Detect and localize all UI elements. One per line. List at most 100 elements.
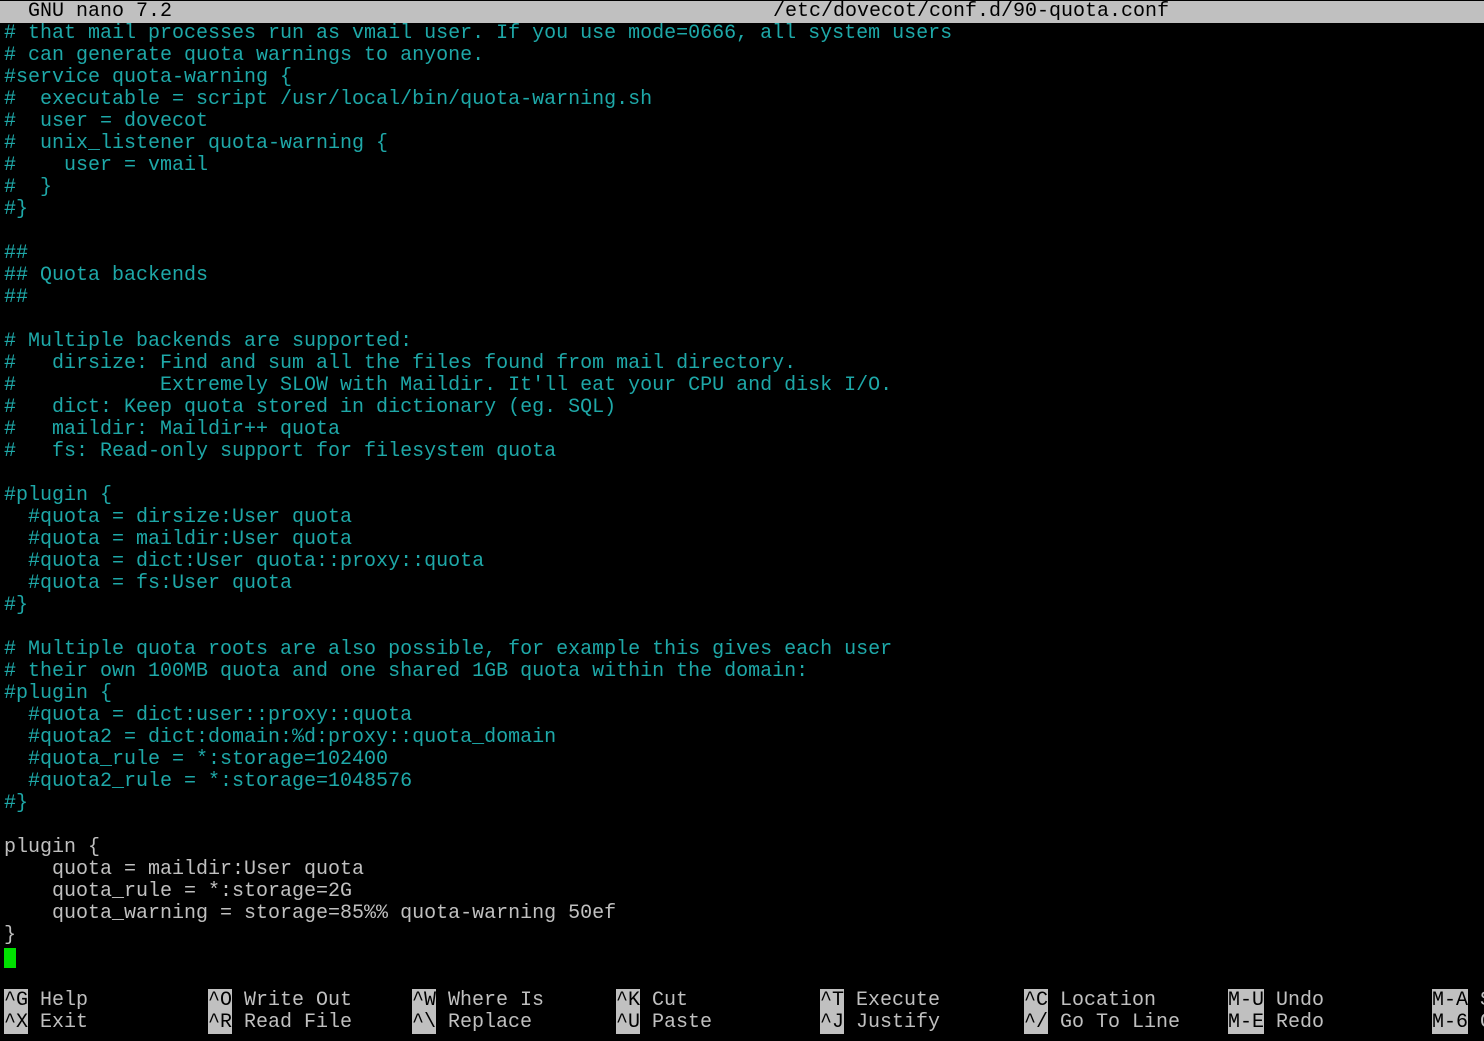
comment-text: #quota2_rule = *:storage=1048576	[4, 770, 413, 793]
comment-text: ##	[4, 286, 29, 309]
shortcut-key: ^R	[208, 1011, 233, 1034]
comment-text: #}	[4, 594, 29, 617]
editor-line: # their own 100MB quota and one shared 1…	[4, 661, 1484, 683]
shortcut-label: Undo	[1276, 989, 1325, 1012]
shortcut-redo[interactable]: M-E Redo	[1228, 1011, 1325, 1034]
editor-line: # Multiple quota roots are also possible…	[4, 639, 1484, 661]
comment-text: ## Quota backends	[4, 264, 209, 287]
editor-line: # fs: Read-only support for filesystem q…	[4, 441, 1484, 463]
editor-line: #quota2 = dict:domain:%d:proxy::quota_do…	[4, 727, 1484, 749]
comment-text: # can generate quota warnings to anyone.	[4, 44, 485, 67]
editor-line: #quota = fs:User quota	[4, 573, 1484, 595]
shortcut-help[interactable]: ^G Help	[4, 989, 89, 1012]
editor-line: #quota2_rule = *:storage=1048576	[4, 771, 1484, 793]
editor-line	[4, 947, 1484, 969]
comment-text: ##	[4, 242, 29, 265]
comment-text: # dirsize: Find and sum all the files fo…	[4, 352, 797, 375]
editor-line: #quota = dict:User quota::proxy::quota	[4, 551, 1484, 573]
shortcut-s[interactable]: M-A S	[1432, 989, 1484, 1012]
comment-text: # user = vmail	[4, 154, 209, 177]
comment-text: #quota = dict:user::proxy::quota	[4, 704, 413, 727]
comment-text: # user = dovecot	[4, 110, 209, 133]
comment-text: #quota = dict:User quota::proxy::quota	[4, 550, 485, 573]
comment-text: # that mail processes run as vmail user.…	[4, 22, 953, 45]
editor-line: # }	[4, 177, 1484, 199]
config-text: quota = maildir:User quota	[4, 858, 365, 881]
file-path: /etc/dovecot/conf.d/90-quota.conf	[773, 0, 1170, 23]
comment-text: # their own 100MB quota and one shared 1…	[4, 660, 809, 683]
comment-text: # executable = script /usr/local/bin/quo…	[4, 88, 653, 111]
config-text: plugin {	[4, 836, 101, 859]
shortcut-key: ^K	[616, 989, 641, 1012]
shortcut-justify[interactable]: ^J Justify	[820, 1011, 941, 1034]
editor-line: }	[4, 925, 1484, 947]
shortcut-label: Justify	[856, 1011, 941, 1034]
editor-line: # dict: Keep quota stored in dictionary …	[4, 397, 1484, 419]
editor-line: quota = maildir:User quota	[4, 859, 1484, 881]
editor-line: #quota_rule = *:storage=102400	[4, 749, 1484, 771]
editor-line: #}	[4, 595, 1484, 617]
comment-text: #service quota-warning {	[4, 66, 293, 89]
shortcut-write-out[interactable]: ^O Write Out	[208, 989, 353, 1012]
comment-text: #}	[4, 198, 29, 221]
editor-line: # Multiple backends are supported:	[4, 331, 1484, 353]
shortcut-key: M-A	[1432, 989, 1469, 1012]
shortcut-label: Where Is	[448, 989, 545, 1012]
shortcut-label: C	[1480, 1011, 1484, 1034]
text-cursor	[4, 948, 16, 968]
shortcut-replace[interactable]: ^\ Replace	[412, 1011, 532, 1034]
editor-line: #service quota-warning {	[4, 67, 1484, 89]
shortcut-exit[interactable]: ^X Exit	[4, 1011, 89, 1034]
editor-line: #plugin {	[4, 683, 1484, 705]
comment-text: # Extremely SLOW with Maildir. It'll eat…	[4, 374, 893, 397]
shortcut-key: ^X	[4, 1011, 29, 1034]
shortcut-key: ^G	[4, 989, 29, 1012]
config-text: quota_warning = storage=85%% quota-warni…	[4, 902, 617, 925]
comment-text: #}	[4, 792, 29, 815]
comment-text: # Multiple backends are supported:	[4, 330, 413, 353]
shortcut-label: Write Out	[244, 989, 353, 1012]
shortcut-location[interactable]: ^C Location	[1024, 989, 1156, 1012]
shortcut-read-file[interactable]: ^R Read File	[208, 1011, 353, 1034]
comment-text: # Multiple quota roots are also possible…	[4, 638, 893, 661]
comment-text: #quota = maildir:User quota	[4, 528, 353, 551]
comment-text: # fs: Read-only support for filesystem q…	[4, 440, 557, 463]
shortcut-key: ^C	[1024, 989, 1049, 1012]
editor-line: # maildir: Maildir++ quota	[4, 419, 1484, 441]
shortcut-label: Paste	[652, 1011, 713, 1034]
shortcut-undo[interactable]: M-U Undo	[1228, 989, 1325, 1012]
editor-line: ##	[4, 287, 1484, 309]
shortcut-label: Go To Line	[1060, 1011, 1181, 1034]
shortcut-key: M-E	[1228, 1011, 1265, 1034]
editor-area[interactable]: # that mail processes run as vmail user.…	[4, 23, 1484, 969]
shortcut-cut[interactable]: ^K Cut	[616, 989, 689, 1012]
shortcut-go-to-line[interactable]: ^/ Go To Line	[1024, 1011, 1181, 1034]
shortcut-label: Redo	[1276, 1011, 1325, 1034]
shortcut-bar: ^G Help ^O Write Out ^W Where Is ^K Cut ^T Execut…	[4, 989, 1484, 1034]
editor-line: # Extremely SLOW with Maildir. It'll eat…	[4, 375, 1484, 397]
editor-line: quota_warning = storage=85%% quota-warni…	[4, 903, 1484, 925]
shortcut-label: Cut	[652, 989, 689, 1012]
shortcut-label: Read File	[244, 1011, 353, 1034]
shortcut-execute[interactable]: ^T Execute	[820, 989, 940, 1012]
editor-line: #quota = maildir:User quota	[4, 529, 1484, 551]
comment-text: # unix_listener quota-warning {	[4, 132, 389, 155]
editor-line: # can generate quota warnings to anyone.	[4, 45, 1484, 67]
shortcut-key: ^J	[820, 1011, 845, 1034]
editor-line: # user = dovecot	[4, 111, 1484, 133]
shortcut-key: ^W	[412, 989, 437, 1012]
editor-line: # executable = script /usr/local/bin/quo…	[4, 89, 1484, 111]
comment-text: #plugin {	[4, 682, 113, 705]
shortcut-paste[interactable]: ^U Paste	[616, 1011, 713, 1034]
editor-line: #quota = dirsize:User quota	[4, 507, 1484, 529]
shortcut-key: ^T	[820, 989, 845, 1012]
shortcut-c[interactable]: M-6 C	[1432, 1011, 1484, 1034]
title-bar: GNU nano 7.2 /etc/dovecot/conf.d/90-quot…	[0, 1, 1484, 23]
comment-text: #plugin {	[4, 484, 113, 507]
comment-text: # maildir: Maildir++ quota	[4, 418, 341, 441]
shortcut-where-is[interactable]: ^W Where Is	[412, 989, 545, 1012]
shortcut-label: Exit	[40, 1011, 89, 1034]
shortcut-label: Help	[40, 989, 89, 1012]
